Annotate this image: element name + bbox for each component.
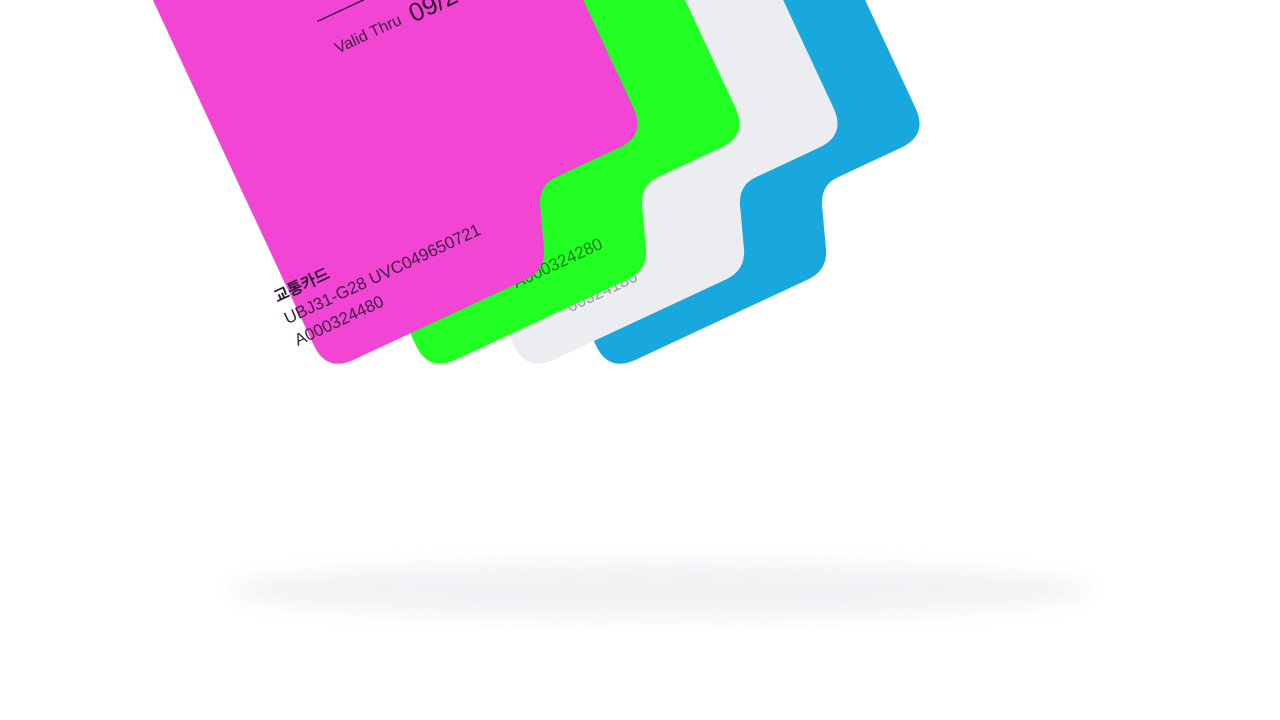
card-stack-scene: 00324180 A000324280 Park. J Valid Thru 0… — [0, 0, 1280, 720]
card-stack-illustration: 00324180 A000324280 Park. J Valid Thru 0… — [47, 0, 1090, 618]
stack-shadow — [230, 562, 1090, 618]
